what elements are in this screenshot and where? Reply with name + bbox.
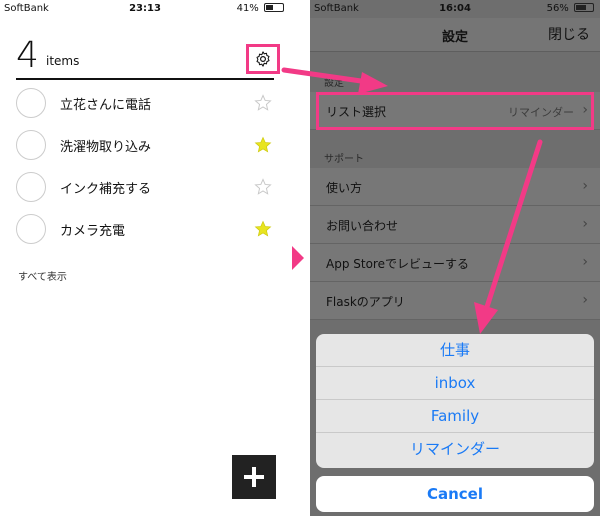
support-item[interactable]: 使い方 › xyxy=(310,168,600,206)
sheet-option[interactable]: リマインダー xyxy=(316,433,594,468)
task-checkbox[interactable] xyxy=(16,214,46,244)
section-header-settings: 設定 xyxy=(324,78,344,89)
status-bar: SoftBank 23:13 41% xyxy=(0,0,290,18)
nav-bar: 設定 閉じる xyxy=(310,18,600,52)
task-label: 洗濯物取り込み xyxy=(60,140,152,155)
status-right: 41% xyxy=(237,0,284,18)
highlight-box xyxy=(316,92,594,130)
plus-icon xyxy=(244,467,264,487)
star-icon[interactable] xyxy=(254,220,272,238)
transition-arrow-icon xyxy=(292,246,304,270)
task-item[interactable]: 洗濯物取り込み xyxy=(16,130,278,164)
gear-icon xyxy=(256,51,270,67)
right-screen: SoftBank 16:04 56% 設定 閉じる 設定 リスト選択 リマインダ… xyxy=(310,0,600,516)
chevron-right-icon: › xyxy=(582,178,588,194)
close-button[interactable]: 閉じる xyxy=(548,24,590,44)
item-count-header: 4 items xyxy=(16,36,274,80)
task-item[interactable]: インク補充する xyxy=(16,172,278,206)
status-bar: SoftBank 16:04 56% xyxy=(310,0,600,18)
chevron-right-icon: › xyxy=(582,216,588,232)
support-item-label: 使い方 xyxy=(326,181,363,195)
add-task-button[interactable] xyxy=(232,455,276,499)
cancel-button[interactable]: Cancel xyxy=(316,476,594,512)
support-item[interactable]: App Storeでレビューする › xyxy=(310,244,600,282)
task-label: インク補充する xyxy=(60,182,152,197)
battery-percent: 41% xyxy=(236,3,259,14)
item-count: 4 xyxy=(16,35,39,76)
support-item-label: お問い合わせ xyxy=(326,219,399,233)
star-icon[interactable] xyxy=(254,94,272,112)
support-item-label: App Storeでレビューする xyxy=(326,257,469,271)
support-item-label: Flaskのアプリ xyxy=(326,295,405,309)
show-all-link[interactable]: すべて表示 xyxy=(18,268,67,283)
task-checkbox[interactable] xyxy=(16,172,46,202)
sheet-option[interactable]: inbox xyxy=(316,367,594,400)
section-header-support: サポート xyxy=(324,154,364,165)
task-label: 立花さんに電話 xyxy=(60,98,152,113)
status-right: 56% xyxy=(547,0,594,18)
battery-icon xyxy=(574,3,594,12)
settings-button[interactable] xyxy=(246,44,280,74)
item-count-unit: items xyxy=(46,54,80,68)
support-item[interactable]: Flaskのアプリ › xyxy=(310,282,600,320)
sheet-option[interactable]: 仕事 xyxy=(316,334,594,367)
action-sheet: 仕事 inbox Family リマインダー xyxy=(316,334,594,468)
task-item[interactable]: 立花さんに電話 xyxy=(16,88,278,122)
sheet-option[interactable]: Family xyxy=(316,400,594,433)
task-label: カメラ充電 xyxy=(60,224,126,239)
battery-icon xyxy=(264,3,284,12)
left-screen: SoftBank 23:13 41% 4 items 立花さんに電話 洗濯物取り… xyxy=(0,0,290,516)
task-item[interactable]: カメラ充電 xyxy=(16,214,278,248)
chevron-right-icon: › xyxy=(582,292,588,308)
star-icon[interactable] xyxy=(254,136,272,154)
task-checkbox[interactable] xyxy=(16,130,46,160)
task-checkbox[interactable] xyxy=(16,88,46,118)
star-icon[interactable] xyxy=(254,178,272,196)
battery-percent: 56% xyxy=(546,3,569,14)
support-item[interactable]: お問い合わせ › xyxy=(310,206,600,244)
chevron-right-icon: › xyxy=(582,254,588,270)
